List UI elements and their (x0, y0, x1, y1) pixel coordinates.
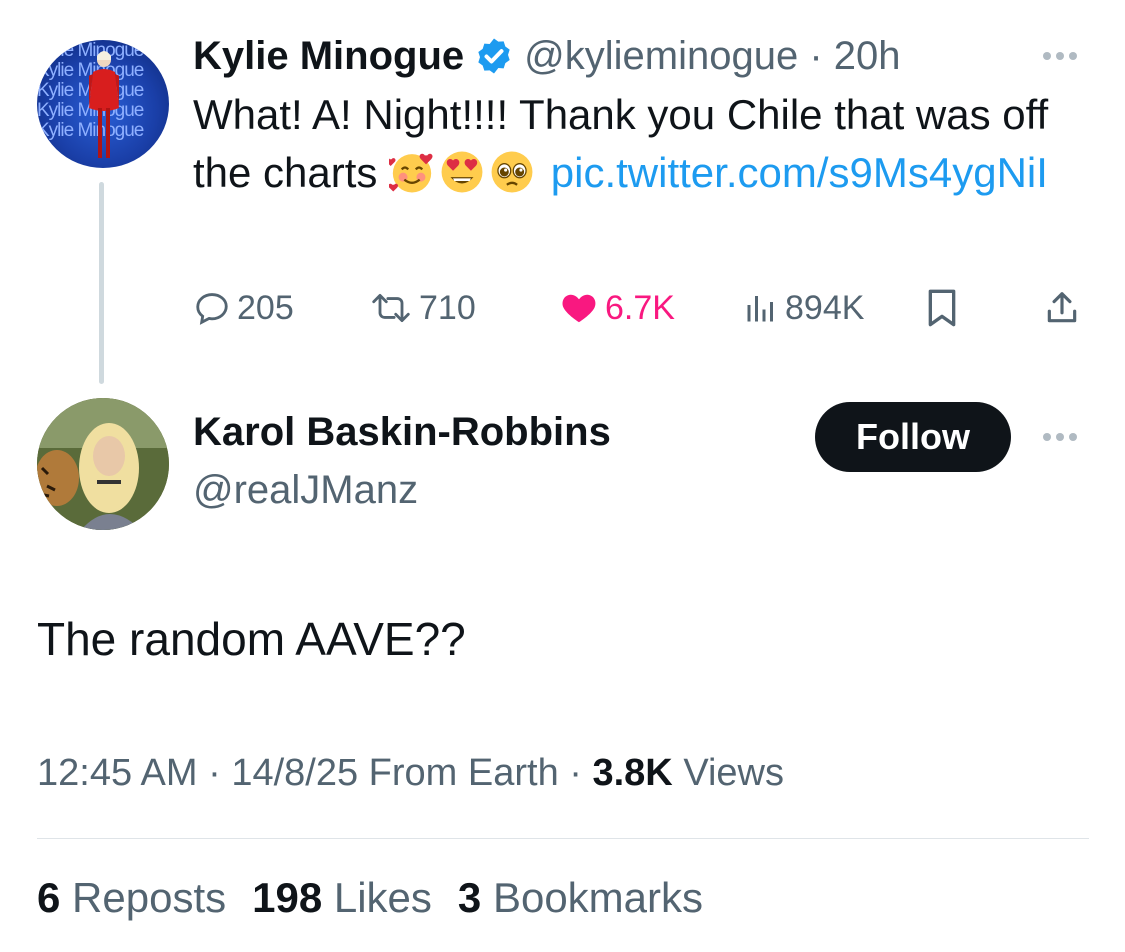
views-count: 894K (785, 288, 865, 327)
reposts-stat-label: Reposts (72, 874, 227, 921)
reply-meta: 12:45 AM · 14/8/25 From Earth · 3.8K Vie… (37, 752, 784, 795)
reply-display-name[interactable]: Karol Baskin-Robbins (193, 410, 611, 455)
repost-action[interactable]: 710 (369, 282, 476, 334)
parent-handle-time[interactable]: @kylieminogue · 20h (524, 34, 900, 79)
performer-figure-image (89, 51, 119, 158)
like-action[interactable]: 6.7K (559, 282, 675, 334)
heart-eyes-icon (441, 151, 483, 193)
reposts-stat-count: 6 (37, 874, 61, 921)
reply-action[interactable]: 205 (193, 282, 294, 334)
likes-stat[interactable]: 198 Likes (252, 874, 432, 922)
repost-count: 710 (419, 288, 476, 327)
reply-timestamp[interactable]: 12:45 AM · 14/8/25 From Earth · (37, 752, 592, 794)
reply-tweet-text: The random AAVE?? (37, 613, 466, 665)
bookmarks-stat-count: 3 (457, 874, 482, 921)
like-count: 6.7K (605, 288, 675, 327)
reply-count: 205 (237, 288, 294, 327)
follow-button[interactable]: Follow (815, 402, 1011, 472)
bookmark-icon (928, 289, 956, 327)
bookmark-action[interactable] (925, 282, 959, 334)
thread-connector-line (99, 182, 104, 384)
stats-divider (37, 838, 1089, 839)
share-action[interactable] (1043, 282, 1081, 334)
reposts-stat[interactable]: 6 Reposts (37, 874, 226, 922)
pic-twitter-link[interactable]: pic.twitter.com/s9Ms4ygNiI (551, 149, 1048, 196)
likes-stat-count: 198 (252, 874, 323, 921)
karol-avatar[interactable] (37, 398, 169, 530)
views-action[interactable]: 894K (743, 282, 864, 334)
tweet-detail-page: Kylie Minogue Kylie Minogue Kylie Minogu… (0, 0, 1125, 952)
bookmarks-stat[interactable]: 3 Bookmarks (458, 874, 703, 922)
parent-display-name[interactable]: Kylie Minogue (193, 34, 464, 79)
heart-filled-icon (562, 294, 596, 323)
parent-more-options-icon[interactable] (1043, 52, 1077, 60)
parent-tweet-text: What! A! Night!!!! Thank you Chile that … (193, 86, 1093, 202)
reply-views-label: Views (672, 752, 785, 794)
reply-more-options-icon[interactable] (1043, 433, 1077, 441)
reply-views-count: 3.8K (592, 752, 673, 794)
likes-stat-label: Likes (333, 874, 432, 921)
reply-handle[interactable]: @realJManz (193, 468, 418, 513)
avatar-photo-image (37, 398, 169, 530)
bookmarks-stat-label: Bookmarks (492, 874, 704, 921)
views-chart-icon (747, 296, 773, 322)
reply-icon (196, 293, 228, 325)
share-icon (1047, 292, 1077, 323)
engagement-stats: 6 Reposts 198 Likes 3 Bookmarks (37, 874, 703, 922)
verified-badge-icon (478, 38, 510, 74)
repost-icon (372, 294, 410, 322)
parent-tweet-actions: 205 710 6.7K 894K (193, 282, 1093, 334)
smiling-face-with-hearts-icon (389, 153, 433, 193)
pleading-face-icon (491, 151, 533, 193)
parent-tweet-header: Kylie Minogue @kylieminogue · 20h (193, 28, 901, 84)
kylie-avatar[interactable]: Kylie Minogue Kylie Minogue Kylie Minogu… (37, 40, 169, 168)
